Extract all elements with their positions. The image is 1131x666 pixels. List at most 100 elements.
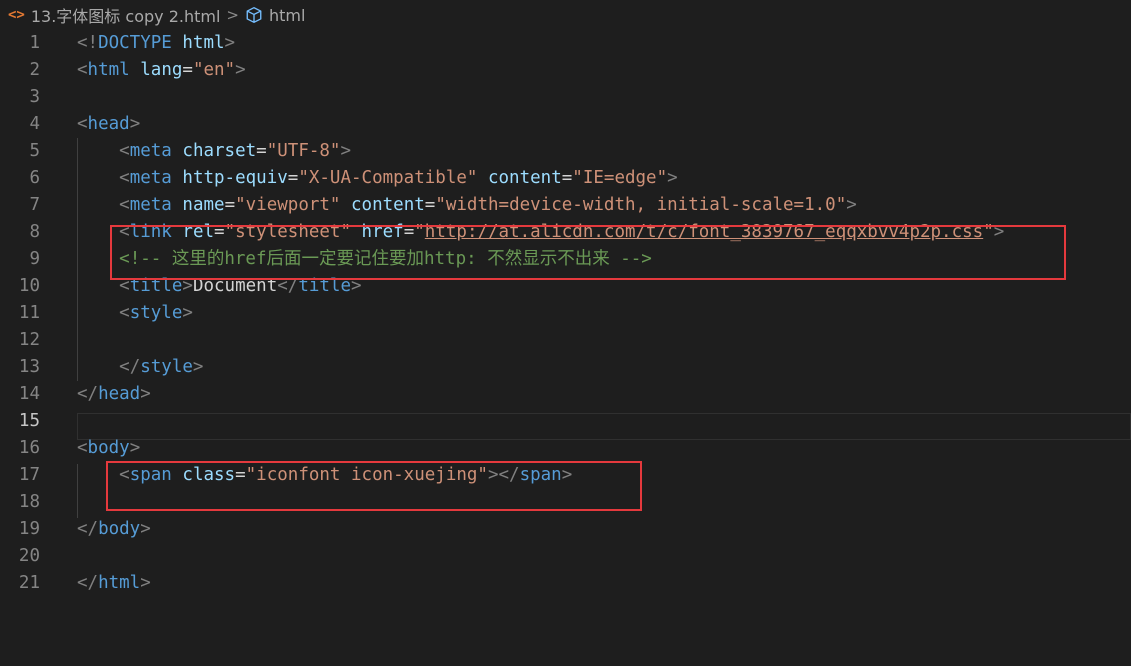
code-token: > <box>224 33 236 53</box>
line-number: 10 <box>18 276 40 296</box>
breadcrumb-element[interactable]: html <box>245 6 305 25</box>
code-token: > <box>235 60 246 80</box>
code-token: > <box>846 195 857 215</box>
code-token: < <box>119 303 130 323</box>
breadcrumb-file[interactable]: <> 13.字体图标 copy 2.html <box>8 3 220 27</box>
cube-icon <box>246 7 262 23</box>
code-token: > <box>140 519 151 539</box>
code-token: = <box>256 141 267 161</box>
code-token: meta <box>129 168 172 188</box>
code-line[interactable]: 15 <box>0 408 1131 435</box>
line-code: </style> <box>77 354 203 381</box>
code-token: = <box>287 168 299 188</box>
code-token: body <box>98 519 141 539</box>
line-number: 8 <box>29 222 40 242</box>
breadcrumb-element-name: html <box>268 5 306 25</box>
code-token: lang <box>140 60 183 80</box>
code-token: > <box>140 384 151 404</box>
line-number: 2 <box>29 60 40 80</box>
code-line[interactable]: 14 </head> <box>0 381 1131 408</box>
code-line[interactable]: 11 <style> <box>0 300 1131 327</box>
code-line[interactable]: 20 <box>0 543 1131 570</box>
code-token: </ <box>77 519 99 539</box>
code-token: name <box>182 195 225 215</box>
code-line[interactable]: 1 <!DOCTYPE html> <box>0 30 1131 57</box>
code-line[interactable]: 7 <meta name="viewport" content="width=d… <box>0 192 1131 219</box>
line-code: </body> <box>77 516 151 543</box>
line-number: 5 <box>29 141 40 161</box>
code-line[interactable]: 3 <box>0 84 1131 111</box>
code-token: < <box>119 168 130 188</box>
code-token: = <box>424 195 436 215</box>
line-code: <meta http-equiv="X-UA-Compatible" conte… <box>77 165 678 192</box>
line-number: 13 <box>18 357 40 377</box>
code-token: > <box>340 141 352 161</box>
code-line[interactable]: 13 </style> <box>0 354 1131 381</box>
line-code: <head> <box>77 111 140 138</box>
line-code: <body> <box>77 435 140 462</box>
code-token: > <box>192 357 204 377</box>
line-number: 6 <box>29 168 40 188</box>
line-number: 16 <box>18 438 40 458</box>
html-file-icon: <> <box>8 7 25 23</box>
code-token: head <box>98 384 141 404</box>
line-code: </head> <box>77 381 151 408</box>
code-line[interactable]: 21 </html> <box>0 570 1131 597</box>
line-number: 12 <box>18 330 40 350</box>
code-token: > <box>140 573 151 593</box>
code-token: = <box>182 60 193 80</box>
code-line[interactable]: 2 <html lang="en"> <box>0 57 1131 84</box>
code-token: = <box>561 168 573 188</box>
line-number: 18 <box>18 492 40 512</box>
breadcrumb: <> 13.字体图标 copy 2.html > html <box>0 0 1131 30</box>
code-token: "width=device-width, initial-scale=1.0" <box>435 195 847 215</box>
code-token: <! <box>77 33 99 53</box>
code-line[interactable]: 5 <meta charset="UTF-8"> <box>0 138 1131 165</box>
code-token: http-equiv <box>182 168 288 188</box>
code-token: < <box>119 141 130 161</box>
code-token: "viewport" <box>235 195 341 215</box>
code-line[interactable]: 19 </body> <box>0 516 1131 543</box>
code-token: < <box>77 60 88 80</box>
highlight-box-link <box>110 225 1066 280</box>
line-number: 21 <box>18 573 40 593</box>
code-line[interactable]: 12 <box>0 327 1131 354</box>
code-token: "IE=edge" <box>572 168 668 188</box>
code-token: </ <box>119 357 141 377</box>
code-token: head <box>87 114 130 134</box>
code-token: > <box>182 303 193 323</box>
code-token: DOCTYPE <box>98 33 172 53</box>
code-token: content <box>487 168 562 188</box>
code-token: > <box>129 114 141 134</box>
code-token: html <box>182 33 225 53</box>
line-code: <html lang="en"> <box>77 57 246 84</box>
code-token: </ <box>77 573 99 593</box>
code-token: < <box>119 195 130 215</box>
line-number: 7 <box>29 195 40 215</box>
code-line[interactable]: 6 <meta http-equiv="X-UA-Compatible" con… <box>0 165 1131 192</box>
code-line[interactable]: 16 <body> <box>0 435 1131 462</box>
code-token: charset <box>182 141 257 161</box>
code-token: html <box>98 573 141 593</box>
code-token: < <box>77 438 88 458</box>
code-token: meta <box>129 195 172 215</box>
code-editor[interactable]: 1 <!DOCTYPE html> 2 <html lang="en"> 3 4 <head… <box>0 30 1131 666</box>
code-token: "UTF-8" <box>266 141 341 161</box>
line-code: <style> <box>77 300 193 327</box>
line-code: </html> <box>77 570 151 597</box>
code-token: style <box>140 357 193 377</box>
line-number: 4 <box>29 114 40 134</box>
line-number: 14 <box>18 384 40 404</box>
code-token: "en" <box>192 60 236 80</box>
code-line[interactable]: 4 <head> <box>0 111 1131 138</box>
